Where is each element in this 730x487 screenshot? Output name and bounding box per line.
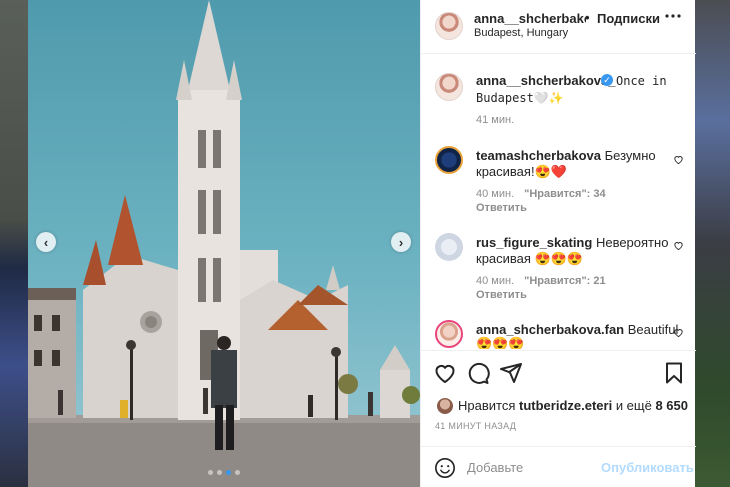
previous-photo-button[interactable]: ‹ [36, 232, 56, 252]
comment-meta: 40 мин. "Нравится": 34 [476, 188, 606, 200]
like-comment-heart-icon[interactable] [673, 154, 684, 165]
square-pavement [28, 415, 420, 487]
author-username[interactable]: anna__shcherbakova_ [474, 11, 586, 26]
comment-text: Невероятно [595, 235, 669, 250]
author-avatar[interactable] [435, 12, 463, 40]
comment-text-continued: 😍😍😍 [476, 336, 525, 349]
comment-likes[interactable]: "Нравится": 34 [524, 188, 605, 200]
post-location[interactable]: Budapest, Hungary [474, 27, 568, 39]
post-photo [28, 0, 420, 487]
like-comment-heart-icon[interactable] [673, 240, 684, 251]
comment-input[interactable] [467, 460, 617, 475]
liker-avatar[interactable] [437, 398, 453, 414]
post-header: anna__shcherbakova_ • Подписки Budapest,… [421, 0, 696, 54]
like-heart-icon[interactable] [433, 361, 457, 385]
comment-text-continued: красивая!😍❤️ [476, 164, 567, 179]
comment-line: teamashcherbakova Безумно [476, 148, 656, 163]
comment-meta: 40 мин. "Нравится": 21 [476, 275, 606, 287]
tower-spire [188, 0, 230, 90]
likes-count[interactable]: 8 650 [655, 398, 688, 413]
comment-avatar[interactable] [435, 233, 463, 261]
person-jacket [211, 350, 237, 408]
comment-avatar[interactable] [435, 320, 463, 348]
comment-bubble-icon[interactable] [466, 361, 490, 385]
comment-time[interactable]: 40 мин. [476, 275, 514, 287]
likes-summary[interactable]: Нравится tutberidze.eteri и ещё 8 650 [458, 398, 688, 413]
tiled-spire-left [108, 195, 143, 265]
church-illustration [28, 0, 420, 487]
post-actions-bar [421, 350, 696, 384]
comment-likes[interactable]: "Нравится": 21 [524, 275, 605, 287]
tree [338, 374, 358, 394]
comment-text: Безумно [604, 148, 656, 163]
likes-connector: и ещё [615, 398, 652, 413]
comment-text: Beautiful [627, 322, 679, 337]
emoji-smiley-icon[interactable] [434, 457, 456, 479]
likes-prefix: Нравится [458, 398, 516, 413]
caption-text: Once in Budapest🤍✨ [476, 74, 667, 105]
carousel-indicators [208, 470, 240, 475]
comment-line: anna_shcherbakova.fan Beautiful [476, 322, 678, 337]
comment-time[interactable]: 40 мин. [476, 188, 514, 200]
yellow-sign [120, 400, 128, 418]
comment-author[interactable]: teamashcherbakova [476, 148, 601, 163]
publish-button[interactable]: Опубликовать [601, 460, 694, 475]
backdrop-next-post [695, 0, 730, 487]
bookmark-icon[interactable] [662, 361, 686, 385]
like-comment-heart-icon[interactable] [673, 327, 684, 338]
comment-author[interactable]: anna_shcherbakova.fan [476, 322, 624, 337]
reply-button[interactable]: Ответить [476, 202, 527, 214]
header-separator: • [585, 10, 590, 25]
backdrop-previous-post [0, 0, 28, 487]
carousel-dot [208, 470, 213, 475]
carousel-dot [235, 470, 240, 475]
person-head [217, 336, 231, 350]
comment-avatar[interactable] [435, 146, 463, 174]
post-side-panel: anna__shcherbakova_ • Подписки Budapest,… [420, 0, 696, 487]
next-photo-button[interactable]: › [391, 232, 411, 252]
caption-time[interactable]: 41 мин. [476, 114, 514, 126]
add-comment-bar: Опубликовать [421, 446, 696, 487]
comment-text-continued: красивая 😍😍😍 [476, 251, 584, 266]
post-timestamp[interactable]: 41 МИНУТ НАЗАД [435, 421, 516, 431]
lamp-post [130, 345, 133, 420]
ellipsis-icon[interactable] [665, 8, 681, 28]
caption-author-avatar[interactable] [435, 73, 463, 101]
comment-author[interactable]: rus_figure_skating [476, 235, 592, 250]
share-paper-plane-icon[interactable] [499, 361, 523, 385]
reply-button[interactable]: Ответить [476, 289, 527, 301]
liker-username[interactable]: tutberidze.eteri [519, 398, 612, 413]
carousel-dot [217, 470, 222, 475]
comment-line: rus_figure_skating Невероятно [476, 235, 668, 250]
following-button[interactable]: Подписки [597, 11, 660, 26]
carousel-dot-active [226, 470, 231, 475]
